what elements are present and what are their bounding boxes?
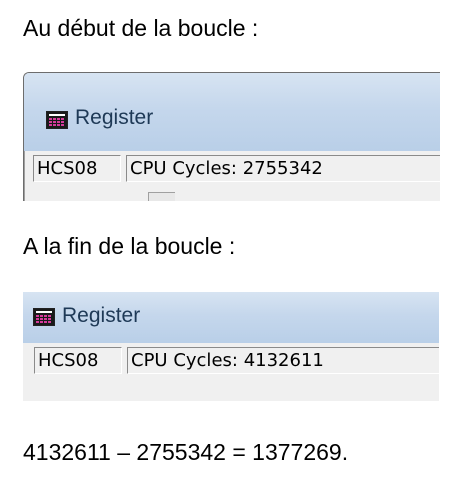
cpu-cycles-field: CPU Cycles: 4132611 (127, 347, 439, 374)
cpu-type-field: HCS08 (34, 347, 122, 374)
label-loop-end: A la fin de la boucle : (23, 233, 236, 259)
register-status-bar: HCS08 CPU Cycles: 2755342 (24, 151, 440, 201)
register-window-icon[interactable] (33, 308, 55, 326)
register-pane-edge (148, 192, 175, 201)
window-title: Register (62, 304, 141, 327)
window-title: Register (75, 106, 154, 129)
label-loop-start: Au début de la boucle : (23, 15, 259, 41)
cpu-cycles-label: CPU Cycles: (131, 350, 238, 371)
register-window-end: Register HCS08 CPU Cycles: 4132611 (23, 292, 439, 401)
register-status-bar: HCS08 CPU Cycles: 4132611 (23, 343, 439, 401)
cpu-type-field: HCS08 (33, 155, 121, 182)
cycle-difference-result: 4132611 – 2755342 = 1377269. (23, 439, 349, 465)
window-titlebar[interactable]: Register (24, 73, 440, 151)
cpu-cycles-value: 2755342 (242, 158, 323, 179)
cpu-cycles-label: CPU Cycles: (130, 158, 237, 179)
cpu-cycles-value: 4132611 (243, 350, 324, 371)
cpu-cycles-field: CPU Cycles: 2755342 (126, 155, 440, 182)
register-window-start: Register HCS08 CPU Cycles: 2755342 (23, 72, 440, 201)
window-titlebar[interactable]: Register (23, 292, 439, 343)
register-window-icon[interactable] (46, 111, 68, 129)
